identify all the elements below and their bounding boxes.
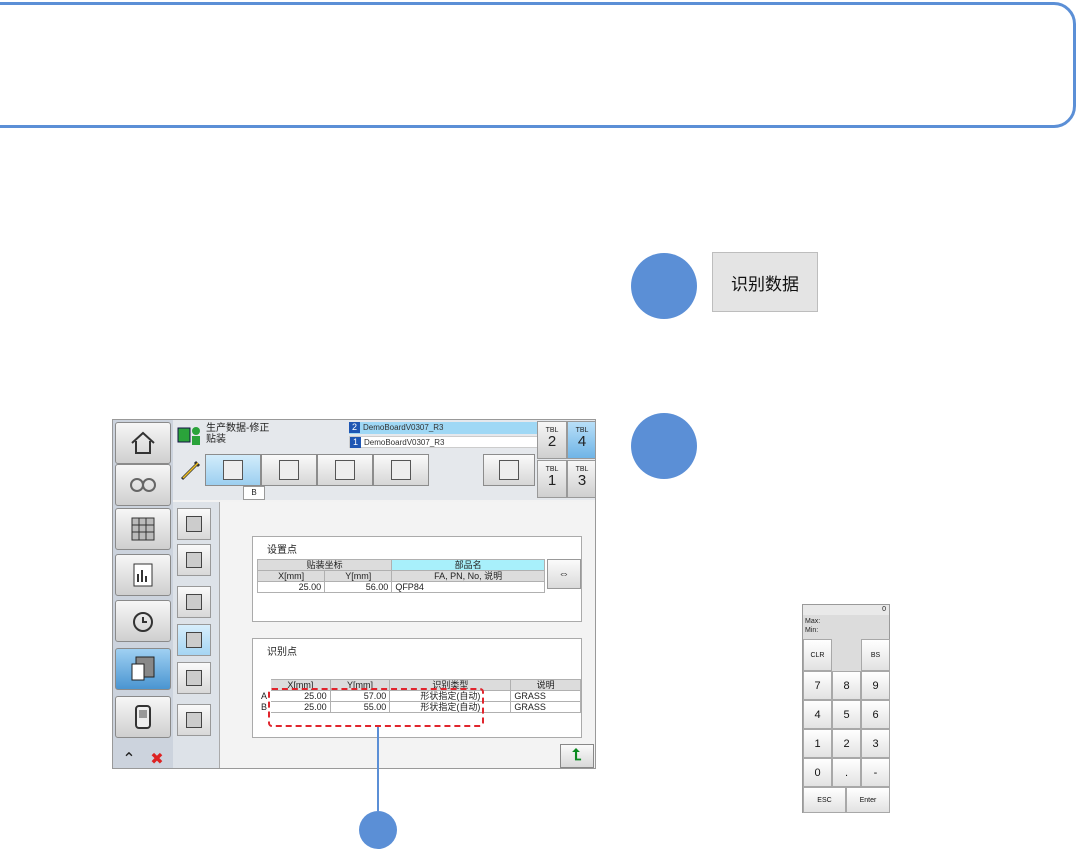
key-0[interactable]: 0 <box>803 758 832 787</box>
step-2-circle <box>631 413 697 479</box>
tool-import-button[interactable] <box>373 454 429 486</box>
board-outline-icon <box>186 594 202 610</box>
content-area: 设置点 贴装坐标 部品名 X[mm] Y[mm] FA, PN, No, 说明 … <box>219 502 595 768</box>
return-arrow-icon: ⮤ <box>572 747 582 764</box>
nav-bottom-row: ⌃ ✖ <box>115 748 171 768</box>
gear-swap-icon <box>130 478 156 492</box>
production-data-icon <box>131 656 155 681</box>
machine-button[interactable] <box>115 696 171 738</box>
screen-title: 生产数据-修正 <box>206 423 270 434</box>
escape-key[interactable]: ESC <box>803 787 846 813</box>
tab-b[interactable]: B <box>243 486 265 500</box>
sub-board-button[interactable] <box>177 586 211 618</box>
return-button[interactable]: ⮤ <box>560 744 594 768</box>
exit-icon[interactable]: ✖ <box>143 748 171 768</box>
edit-data-icon <box>177 427 200 445</box>
keypad-min: Min: <box>805 627 819 634</box>
placement-group-header: 贴装坐标 <box>256 559 393 571</box>
origin-icon <box>186 516 202 532</box>
collapse-up-icon[interactable]: ⌃ <box>115 748 143 768</box>
screen-subtitle: 贴装 <box>206 434 226 445</box>
document-icon <box>499 460 519 480</box>
import-icon <box>391 460 411 480</box>
table-3-button[interactable]: TBL 3 <box>567 460 595 498</box>
feeder-icon <box>186 670 202 686</box>
key-1[interactable]: 1 <box>803 729 832 758</box>
statistics-button[interactable] <box>115 554 171 596</box>
production-data-button[interactable] <box>115 648 171 690</box>
key-3[interactable]: 3 <box>861 729 890 758</box>
table-row[interactable]: 25.00 56.00 QFP84 <box>256 581 545 593</box>
col-info: FA, PN, No, 说明 <box>391 570 545 582</box>
screen-header: 生产数据-修正 贴装 2 DemoBoardV0307_R3 1 DemoBoard… <box>173 420 595 500</box>
bar-chart-icon <box>133 563 153 587</box>
key-minus[interactable]: - <box>861 758 890 787</box>
callout-circle <box>359 811 397 849</box>
backspace-key[interactable]: BS <box>861 639 890 671</box>
key-5[interactable]: 5 <box>832 700 861 729</box>
sub-placement-button[interactable] <box>177 624 211 656</box>
machine-icon <box>135 705 151 729</box>
placement-panel-title: 设置点 <box>267 545 297 556</box>
board-data-button[interactable] <box>115 508 171 550</box>
table-1-button[interactable]: TBL 1 <box>537 460 567 498</box>
table-2-button[interactable]: TBL 2 <box>537 421 567 459</box>
home-button[interactable] <box>115 422 171 464</box>
key-decimal[interactable]: . <box>832 758 861 787</box>
changeover-button[interactable] <box>115 464 171 506</box>
numeric-keypad: 0 Max: Min: CLR BS 7 8 9 4 5 6 1 2 3 0 .… <box>802 604 890 813</box>
key-2[interactable]: 2 <box>832 729 861 758</box>
key-7[interactable]: 7 <box>803 671 832 700</box>
edit-sheet-icon <box>223 460 243 480</box>
tool-document-button[interactable] <box>483 454 535 486</box>
placement-icon <box>186 632 202 648</box>
sub-origin-button[interactable] <box>177 508 211 540</box>
home-icon <box>131 431 155 454</box>
col-y: Y[mm] <box>324 570 393 582</box>
pattern-icon <box>186 552 202 568</box>
sub-feeder-button[interactable] <box>177 662 211 694</box>
tool-board-button[interactable] <box>261 454 317 486</box>
recognition-panel-title: 识别点 <box>267 647 297 658</box>
maintenance-button[interactable] <box>115 600 171 642</box>
pen-icon[interactable] <box>179 458 203 482</box>
tool-edit-button[interactable] <box>205 454 261 486</box>
key-4[interactable]: 4 <box>803 700 832 729</box>
col-x: X[mm] <box>256 570 326 582</box>
recognition-data-button[interactable]: 识别数据 <box>712 252 818 312</box>
copy-icon <box>335 460 355 480</box>
highlight-box <box>268 688 484 727</box>
key-6[interactable]: 6 <box>861 700 890 729</box>
table-4-button[interactable]: TBL 4 <box>567 421 595 459</box>
keypad-max: Max: <box>805 618 821 625</box>
sub-nozzle-button[interactable] <box>177 704 211 736</box>
clear-key[interactable]: CLR <box>803 639 832 671</box>
callout-line <box>377 727 379 811</box>
enter-key[interactable]: Enter <box>846 787 890 813</box>
placement-panel: 设置点 贴装坐标 部品名 X[mm] Y[mm] FA, PN, No, 说明 … <box>252 536 582 622</box>
sub-pattern-button[interactable] <box>177 544 211 576</box>
nozzle-icon <box>186 712 202 728</box>
key-8[interactable]: 8 <box>832 671 861 700</box>
left-nav: ⌃ ✖ <box>113 420 173 768</box>
tool-copy-button[interactable] <box>317 454 373 486</box>
part-name-header[interactable]: 部品名 <box>391 559 545 571</box>
sub-menu <box>173 502 219 768</box>
grid-icon <box>131 517 155 541</box>
key-9[interactable]: 9 <box>861 671 890 700</box>
step-1-circle <box>631 253 697 319</box>
top-banner <box>0 2 1076 128</box>
board-icon <box>279 460 299 480</box>
placement-table: 贴装坐标 部品名 X[mm] Y[mm] FA, PN, No, 说明 25.0… <box>256 559 545 593</box>
swap-button[interactable]: ⇔ <box>547 559 581 589</box>
alarm-clock-icon <box>133 612 153 632</box>
keypad-display: 0 <box>803 605 889 615</box>
col-desc: 说明 <box>510 679 581 691</box>
